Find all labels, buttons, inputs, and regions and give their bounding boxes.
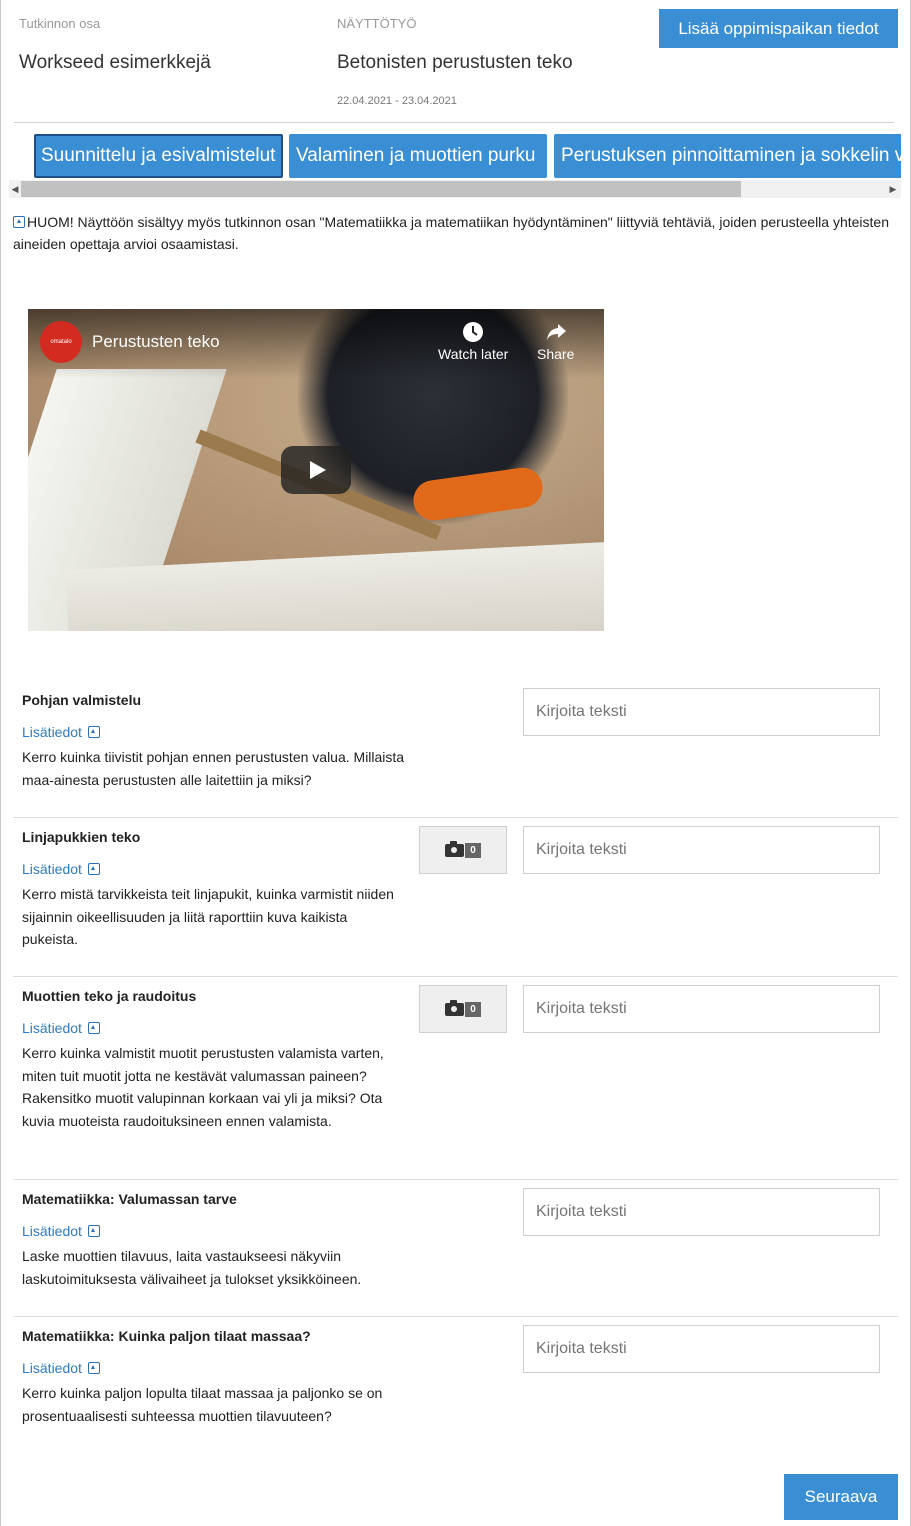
task-title: Pohjan valmistelu [22, 692, 142, 708]
photo-count: 0 [465, 1001, 481, 1017]
task-divider [13, 1316, 898, 1317]
task-title: Muottien teko ja raudoitus [22, 988, 197, 1004]
scroll-right-icon[interactable]: ▶ [887, 180, 899, 198]
watch-later-button[interactable]: Watch later [438, 321, 508, 362]
info-toggle-icon [13, 216, 25, 228]
header-divider [14, 122, 894, 123]
task-title: Matematiikka: Kuinka paljon tilaat massa… [22, 1328, 311, 1344]
watch-later-label: Watch later [438, 346, 509, 362]
task-title: Linjapukkien teko [22, 829, 141, 845]
more-info-link[interactable]: Lisätiedot [22, 724, 100, 740]
camera-icon [445, 840, 465, 857]
task-title: Matematiikka: Valumassan tarve [22, 1191, 237, 1207]
next-button[interactable]: Seuraava [784, 1474, 898, 1520]
demo-label: NÄYTTÖTYÖ [337, 16, 417, 31]
share-label: Share [537, 346, 575, 362]
play-button-icon[interactable] [281, 446, 351, 494]
notice-text: HUOM! Näyttöön sisältyy myös tutkinnon o… [13, 214, 890, 252]
task-description: Kerro kuinka tiivistit pohjan ennen peru… [22, 749, 405, 788]
share-arrow-icon [546, 324, 566, 340]
tabs-scrollbar[interactable]: ◀ ▶ [9, 180, 901, 198]
unit-value: Workseed esimerkkejä [19, 52, 211, 73]
task-item: Matematiikka: Kuinka paljon tilaat massa… [13, 1325, 898, 1438]
task-description: Kerro mistä tarvikkeista teit linjapukit… [22, 886, 394, 947]
section-tabs: Suunnittelu ja esivalmistelut Valaminen … [8, 132, 901, 182]
more-info-label: Lisätiedot [22, 1360, 82, 1376]
expand-icon[interactable] [87, 1362, 100, 1374]
answer-input[interactable] [523, 1188, 880, 1236]
more-info-link[interactable]: Lisätiedot [22, 1360, 100, 1376]
tab-coating[interactable]: Perustuksen pinnoittaminen ja sokkelin v… [554, 134, 901, 178]
expand-icon[interactable] [87, 1022, 100, 1034]
add-photo-button[interactable]: 0 [419, 826, 507, 874]
task-divider [13, 976, 898, 977]
video-player[interactable]: omatalo Perustusten teko Watch later Sha… [28, 309, 604, 631]
channel-logo[interactable]: omatalo [40, 321, 82, 363]
expand-icon[interactable] [87, 863, 100, 875]
expand-icon[interactable] [87, 726, 100, 738]
task-description: Laske muottien tilavuus, laita vastaukse… [22, 1248, 362, 1287]
more-info-label: Lisätiedot [22, 861, 82, 877]
task-description: Kerro kuinka paljon lopulta tilaat massa… [22, 1385, 383, 1424]
scroll-left-icon[interactable]: ◀ [9, 180, 21, 198]
more-info-link[interactable]: Lisätiedot [22, 1223, 100, 1239]
more-info-label: Lisätiedot [22, 1020, 82, 1036]
answer-input[interactable] [523, 688, 880, 736]
tab-casting[interactable]: Valaminen ja muottien purku [289, 134, 547, 178]
more-info-label: Lisätiedot [22, 1223, 82, 1239]
tab-planning[interactable]: Suunnittelu ja esivalmistelut [34, 134, 283, 178]
photo-count: 0 [465, 842, 481, 858]
video-title[interactable]: Perustusten teko [92, 332, 220, 352]
answer-input[interactable] [523, 985, 880, 1033]
more-info-link[interactable]: Lisätiedot [22, 1020, 100, 1036]
scrollbar-thumb[interactable] [21, 181, 741, 197]
answer-input[interactable] [523, 1325, 880, 1373]
more-info-link[interactable]: Lisätiedot [22, 861, 100, 877]
task-divider [13, 1179, 898, 1180]
camera-icon [445, 999, 465, 1016]
answer-input[interactable] [523, 826, 880, 874]
task-item: Pohjan valmistelu Lisätiedot Kerro kuink… [13, 688, 898, 802]
add-photo-button[interactable]: 0 [419, 985, 507, 1033]
notice: HUOM! Näyttöön sisältyy myös tutkinnon o… [13, 211, 893, 255]
task-item: Muottien teko ja raudoitus Lisätiedot Ke… [13, 985, 898, 1163]
clock-icon [463, 322, 484, 342]
add-workplace-info-button[interactable]: Lisää oppimispaikan tiedot [659, 9, 898, 48]
task-description: Kerro kuinka valmistit muotit perustuste… [22, 1045, 384, 1129]
task-item: Linjapukkien teko Lisätiedot Kerro mistä… [13, 826, 898, 959]
task-divider [13, 817, 898, 818]
demo-dates: 22.04.2021 - 23.04.2021 [337, 95, 457, 107]
unit-label: Tutkinnon osa [19, 16, 101, 31]
task-item: Matematiikka: Valumassan tarve Lisätiedo… [13, 1188, 898, 1301]
demo-title: Betonisten perustusten teko [337, 52, 573, 73]
share-button[interactable]: Share [537, 321, 574, 362]
expand-icon[interactable] [87, 1225, 100, 1237]
more-info-label: Lisätiedot [22, 724, 82, 740]
